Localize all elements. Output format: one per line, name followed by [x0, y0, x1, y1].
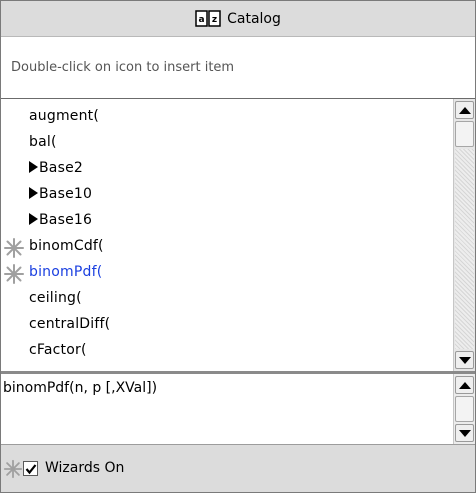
catalog-item[interactable]: bal( — [1, 131, 453, 157]
scroll-down-button[interactable] — [455, 351, 474, 369]
catalog-list[interactable]: augment( bal( Base2 Base10 Base16 binomCdf( bi… — [1, 99, 453, 371]
catalog-item-label: Base16 — [29, 212, 92, 228]
catalog-item-label: binomCdf( — [29, 238, 104, 254]
catalog-item[interactable]: binomCdf( — [1, 235, 453, 261]
catalog-item[interactable]: Base16 — [1, 209, 453, 235]
catalog-item[interactable]: ceiling( — [1, 287, 453, 313]
catalog-item-label: augment( — [29, 108, 100, 124]
catalog-panel: a z Catalog Double-click on icon to inse… — [0, 0, 476, 493]
footer-bar: Wizards On — [1, 444, 475, 492]
title-bar: a z Catalog — [1, 1, 475, 37]
arrow-down-icon — [458, 429, 471, 437]
wizards-on-label[interactable]: Wizards On — [45, 460, 124, 476]
catalog-list-scrollbar[interactable] — [453, 99, 475, 371]
instruction-text: Double-click on icon to insert item — [1, 37, 475, 99]
arrow-down-icon — [458, 356, 471, 364]
syntax-scroll-up-button[interactable] — [455, 376, 474, 394]
syntax-help-text: binomPdf(n, p [,XVal]) — [1, 374, 453, 444]
wizard-star-icon[interactable] — [3, 237, 25, 259]
catalog-item[interactable]: Base10 — [1, 183, 453, 209]
catalog-item-label: bal( — [29, 134, 57, 150]
catalog-title: Catalog — [227, 10, 281, 27]
arrow-up-icon — [458, 381, 471, 389]
svg-text:z: z — [212, 15, 217, 25]
catalog-item-label: centralDiff( — [29, 316, 111, 332]
expand-triangle-icon[interactable] — [29, 161, 38, 173]
arrow-up-icon — [458, 106, 471, 114]
syntax-scroll-thumb[interactable] — [455, 396, 474, 422]
syntax-scroll-down-button[interactable] — [455, 424, 474, 442]
svg-text:a: a — [199, 15, 205, 25]
catalog-item[interactable]: cFactor( — [1, 339, 453, 365]
catalog-item-label: cFactor( — [29, 342, 87, 358]
wizards-on-checkbox[interactable] — [23, 461, 38, 476]
catalog-item[interactable]: augment( — [1, 105, 453, 131]
catalog-item-label: Base10 — [29, 186, 92, 202]
checkmark-icon — [25, 464, 37, 475]
catalog-item[interactable]: Base2 — [1, 157, 453, 183]
syntax-scrollbar[interactable] — [453, 374, 475, 444]
scroll-up-button[interactable] — [455, 101, 474, 119]
catalog-item[interactable]: binomPdf( — [1, 261, 453, 287]
expand-triangle-icon[interactable] — [29, 187, 38, 199]
catalog-item-label: ceiling( — [29, 290, 82, 306]
catalog-item-label: Base2 — [29, 160, 83, 176]
catalog-item[interactable]: centralDiff( — [1, 313, 453, 339]
wizard-star-icon — [3, 459, 23, 479]
wizard-star-icon[interactable] — [3, 263, 25, 285]
catalog-book-icon: a z — [195, 9, 221, 28]
expand-triangle-icon[interactable] — [29, 213, 38, 225]
scroll-track[interactable] — [455, 149, 474, 349]
scroll-thumb[interactable] — [455, 121, 474, 147]
catalog-item-label: binomPdf( — [29, 264, 103, 280]
